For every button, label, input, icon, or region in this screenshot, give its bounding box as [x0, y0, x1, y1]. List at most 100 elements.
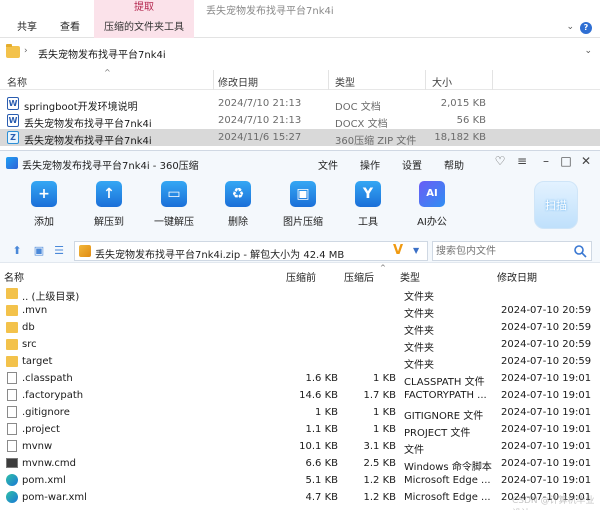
compressed-size: 1 KB [373, 373, 396, 384]
archive-row[interactable]: .. (上级目录) 文件夹 [0, 285, 600, 303]
archive-row[interactable]: mvnw.cmd 6.6 KB 2.5 KB Windows 命令脚本 2024-07-… [0, 455, 600, 473]
delete-button[interactable]: ♻ 删除 [206, 181, 270, 228]
file-size: 2,015 KB [440, 98, 486, 109]
search-input[interactable] [436, 245, 566, 258]
ai-office-button[interactable]: AI AI办公 [400, 181, 464, 228]
help-icon[interactable]: ? [580, 22, 592, 34]
entry-type: 文件夹 [404, 309, 434, 320]
entry-modified: 2024-07-10 20:59 [501, 356, 592, 367]
entry-type: 文件 [404, 445, 424, 456]
archive-row[interactable]: db 文件夹 2024-07-10 20:59 [0, 319, 600, 337]
archive-row[interactable]: mvnw 10.1 KB 3.1 KB 文件 2024-07-10 19:01 [0, 438, 600, 456]
explorer-column-header: ^ 名称 修改日期 类型 大小 [0, 68, 600, 90]
entry-type: 文件夹 [404, 326, 434, 337]
address-path[interactable]: 丢失宠物发布找寻平台7nk4i [38, 46, 166, 61]
tab-compressed-folder-tools[interactable]: 压缩的文件夹工具 [94, 18, 194, 38]
chevron-down-icon[interactable]: ▼ [413, 246, 419, 255]
zip-nav-bar: ⬆ ▣ ☰ 丢失宠物发布找寻平台7nk4i.zip - 解包大小为 42.4 M… [0, 239, 600, 263]
archive-row[interactable]: .gitignore 1 KB 1 KB GITIGNORE 文件 2024-07-10… [0, 404, 600, 422]
one-click-extract-button[interactable]: ▭ 一键解压 [142, 181, 206, 228]
menu-lines-icon[interactable]: ≡ [514, 154, 530, 168]
column-type[interactable]: 类型 [335, 74, 355, 89]
edge-file-icon [6, 474, 18, 486]
column-packed[interactable]: 压缩前 [286, 269, 316, 284]
zip-file-icon [79, 245, 91, 257]
tools-icon: Y [355, 181, 381, 207]
archive-row[interactable]: pom-war.xml 4.7 KB 1.2 KB Microsoft Edge ..… [0, 489, 600, 506]
maximize-icon[interactable]: □ [558, 154, 574, 168]
packed-size: 5.1 KB [305, 475, 339, 486]
column-date[interactable]: 修改日期 [218, 74, 258, 89]
file-type: DOCX 文档 [335, 119, 388, 130]
up-arrow-icon[interactable]: ⬆ [10, 244, 24, 258]
tab-share[interactable]: 共享 [17, 18, 37, 38]
column-name[interactable]: 名称 [7, 74, 27, 89]
menu-file[interactable]: 文件 [318, 157, 338, 172]
compressed-size: 3.1 KB [363, 441, 397, 452]
archive-row[interactable]: .classpath 1.6 KB 1 KB CLASSPATH 文件 2024-07-… [0, 370, 600, 388]
archive-entry-name: .project [22, 424, 60, 435]
chevron-right-icon: › [24, 46, 28, 56]
archive-entry-name: target [22, 356, 53, 367]
close-icon[interactable]: ✕ [578, 154, 594, 168]
v-logo-icon[interactable]: V [393, 243, 403, 258]
chevron-down-icon[interactable]: ⌄ [584, 46, 592, 56]
entry-modified: 2024-07-10 20:59 [501, 322, 592, 333]
search-box[interactable] [432, 241, 592, 261]
packed-size: 4.7 KB [305, 492, 339, 503]
archive-entry-name: .factorypath [22, 390, 84, 401]
file-row[interactable]: W springboot开发环境说明 2024/7/10 21:13 DOC 文… [0, 95, 600, 113]
tools-button[interactable]: Y 工具 [336, 181, 400, 228]
file-icon [7, 406, 17, 418]
archive-path-text: 丢失宠物发布找寻平台7nk4i.zip - 解包大小为 42.4 MB [95, 250, 345, 261]
add-button[interactable]: + 添加 [12, 181, 76, 228]
entry-type: 文件夹 [404, 292, 434, 303]
archive-entry-name: mvnw.cmd [22, 458, 77, 469]
menu-operate[interactable]: 操作 [360, 157, 380, 172]
column-modified[interactable]: 修改日期 [497, 269, 537, 284]
address-bar[interactable]: › 丢失宠物发布找寻平台7nk4i ⌄ [0, 42, 600, 64]
column-type[interactable]: 类型 [400, 269, 420, 284]
skin-icon[interactable]: ♡ [492, 154, 508, 168]
archive-row[interactable]: src 文件夹 2024-07-10 20:59 [0, 336, 600, 354]
archive-path-box[interactable]: 丢失宠物发布找寻平台7nk4i.zip - 解包大小为 42.4 MB V ▼ [74, 241, 428, 261]
file-row-selected[interactable]: Z 丢失宠物发布找寻平台7nk4i 2024/11/6 15:27 360压缩 … [0, 129, 600, 147]
minimize-icon[interactable]: – [538, 154, 554, 168]
add-icon: + [31, 181, 57, 207]
archive-row[interactable]: pom.xml 5.1 KB 1.2 KB Microsoft Edge ... 202… [0, 472, 600, 489]
file-icon [7, 389, 17, 401]
scan-button[interactable]: 扫描 [534, 181, 578, 229]
entry-type: 文件夹 [404, 360, 434, 371]
chevron-down-icon[interactable]: ⌄ [566, 22, 574, 32]
entry-type: CLASSPATH 文件 [404, 377, 485, 388]
file-icon [7, 423, 17, 435]
tab-view[interactable]: 查看 [60, 18, 80, 38]
file-date: 2024/11/6 15:27 [218, 132, 302, 143]
search-icon[interactable] [573, 244, 587, 258]
folder-icon [6, 44, 20, 58]
edge-file-icon [6, 491, 18, 503]
archive-entry-name: db [22, 322, 35, 333]
list-view-icon[interactable]: ☰ [52, 244, 66, 258]
file-name: springboot开发环境说明 [24, 102, 138, 113]
extract-to-button[interactable]: ↑ 解压到 [77, 181, 141, 228]
ribbon-context-title[interactable]: 提取 [94, 0, 194, 20]
file-row[interactable]: W 丢失宠物发布找寻平台7nk4i 2024/7/10 21:13 DOCX 文… [0, 112, 600, 130]
archive-row[interactable]: target 文件夹 2024-07-10 20:59 [0, 353, 600, 371]
column-size[interactable]: 大小 [432, 74, 452, 89]
menu-settings[interactable]: 设置 [402, 157, 422, 172]
entry-type: Windows 命令脚本 [404, 462, 492, 473]
ai-icon: AI [419, 181, 445, 207]
word-doc-icon: W [7, 97, 19, 110]
zip-title-bar[interactable]: 丢失宠物发布找寻平台7nk4i - 360压缩 文件 操作 设置 帮助 ♡ ≡ … [0, 151, 600, 175]
archive-row[interactable]: .factorypath 14.6 KB 1.7 KB FACTORYPATH ...… [0, 387, 600, 404]
column-name[interactable]: 名称 [4, 269, 24, 284]
entry-modified: 2024-07-10 19:01 [501, 458, 592, 469]
menu-help[interactable]: 帮助 [444, 157, 464, 172]
view-toggle-icon[interactable]: ▣ [32, 244, 46, 258]
column-compressed[interactable]: 压缩后 [344, 269, 374, 284]
image-compress-button[interactable]: ▣ 图片压缩 [271, 181, 335, 228]
archive-row[interactable]: .project 1.1 KB 1 KB PROJECT 文件 2024-07-10 1… [0, 421, 600, 439]
archive-row[interactable]: .mvn 文件夹 2024-07-10 20:59 [0, 302, 600, 320]
folder-icon [6, 356, 18, 367]
